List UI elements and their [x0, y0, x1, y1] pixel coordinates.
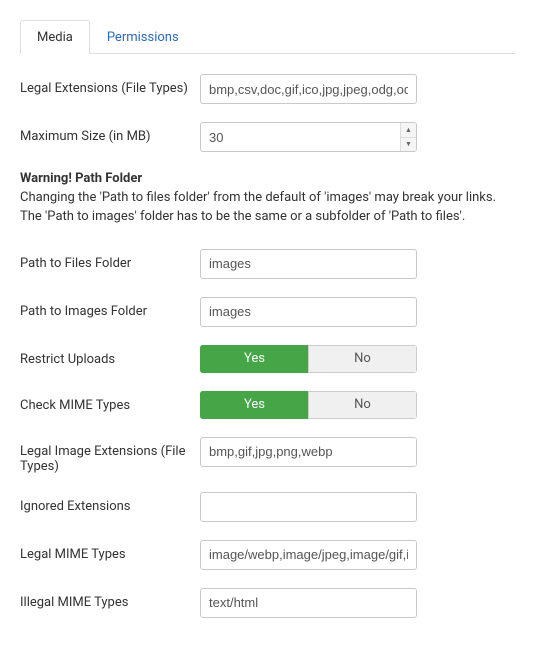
max-size-input[interactable] [200, 122, 417, 152]
restrict-uploads-toggle: Yes No [200, 345, 417, 373]
legal-extensions-label: Legal Extensions (File Types) [20, 74, 200, 96]
tab-bar: Media Permissions [20, 20, 515, 54]
path-images-input[interactable] [200, 297, 417, 327]
warning-line2: The 'Path to images' folder has to be th… [20, 209, 465, 224]
path-images-label: Path to Images Folder [20, 297, 200, 319]
legal-mime-label: Legal MIME Types [20, 540, 200, 562]
ignored-ext-input[interactable] [200, 492, 417, 522]
warning-line1: Changing the 'Path to files folder' from… [20, 190, 496, 205]
illegal-mime-label: Illegal MIME Types [20, 588, 200, 610]
legal-image-ext-input[interactable] [200, 437, 417, 467]
ignored-ext-label: Ignored Extensions [20, 492, 200, 514]
warning-title: Warning! Path Folder [20, 171, 142, 186]
illegal-mime-input[interactable] [200, 588, 417, 618]
path-files-label: Path to Files Folder [20, 249, 200, 271]
restrict-no-button[interactable]: No [308, 345, 417, 373]
max-size-spinner: ▲ ▼ [400, 123, 416, 151]
spinner-down-icon[interactable]: ▼ [401, 138, 416, 152]
path-files-input[interactable] [200, 249, 417, 279]
restrict-uploads-label: Restrict Uploads [20, 345, 200, 367]
tab-permissions[interactable]: Permissions [90, 20, 196, 54]
check-mime-label: Check MIME Types [20, 391, 200, 413]
mime-yes-button[interactable]: Yes [200, 391, 308, 419]
check-mime-toggle: Yes No [200, 391, 417, 419]
tab-media[interactable]: Media [20, 20, 90, 54]
legal-image-ext-label: Legal Image Extensions (File Types) [20, 437, 200, 474]
legal-extensions-input[interactable] [200, 74, 417, 104]
spinner-up-icon[interactable]: ▲ [401, 123, 416, 138]
restrict-yes-button[interactable]: Yes [200, 345, 308, 373]
mime-no-button[interactable]: No [308, 391, 417, 419]
warning-block: Warning! Path Folder Changing the 'Path … [20, 170, 515, 227]
max-size-label: Maximum Size (in MB) [20, 122, 200, 144]
legal-mime-input[interactable] [200, 540, 417, 570]
